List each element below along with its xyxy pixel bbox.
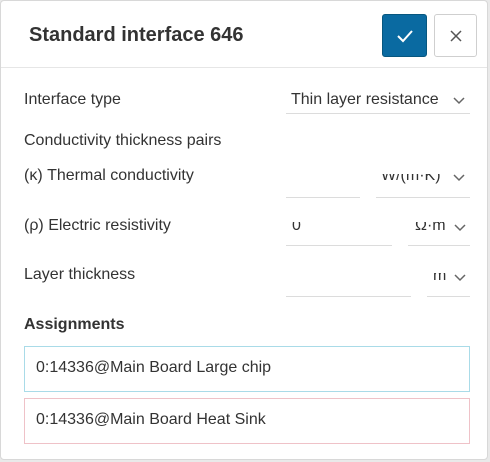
confirm-button[interactable] <box>382 14 427 57</box>
panel-title: Standard interface 646 <box>29 24 244 46</box>
check-icon <box>396 29 413 42</box>
standard-interface-panel: Standard interface 646 Interface type Th… <box>0 0 488 460</box>
assignment-item[interactable]: 0:14336@Main Board Heat Sink <box>24 398 470 444</box>
layer-thickness-label: Layer thickness <box>24 266 136 283</box>
conductivity-pairs-label: Conductivity thickness pairs <box>24 132 222 149</box>
close-icon <box>449 29 462 42</box>
electric-resistivity-label: (ρ) Electric resistivity <box>24 217 171 234</box>
chevron-down-icon <box>454 224 466 232</box>
assignment-label: 0:14336@Main Board Heat Sink <box>36 411 266 428</box>
close-button[interactable] <box>434 14 477 57</box>
layer-thickness-input[interactable] <box>286 273 411 297</box>
electric-resistivity-input[interactable]: 0 <box>286 222 392 246</box>
thermal-conductivity-label: (κ) Thermal conductivity <box>24 167 194 184</box>
assignment-item[interactable]: 0:14336@Main Board Large chip <box>24 346 470 392</box>
layer-thickness-unit: m <box>433 273 447 284</box>
interface-type-value: Thin layer resistance <box>291 91 439 108</box>
interface-type-label: Interface type <box>24 91 121 108</box>
assignment-label: 0:14336@Main Board Large chip <box>36 359 272 376</box>
thermal-conductivity-unit: W/(m·K) <box>381 174 441 184</box>
chevron-down-icon <box>453 97 465 105</box>
electric-resistivity-value: 0 <box>292 222 301 234</box>
assignments-heading: Assignments <box>24 316 125 333</box>
electric-resistivity-unit-select[interactable]: Ω·m <box>408 222 470 246</box>
thermal-conductivity-unit-select[interactable]: W/(m·K) <box>376 174 470 198</box>
panel-header: Standard interface 646 <box>1 1 487 68</box>
interface-type-select[interactable]: Thin layer resistance <box>286 90 470 114</box>
thermal-conductivity-input[interactable] <box>286 174 360 198</box>
layer-thickness-unit-select[interactable]: m <box>427 273 470 297</box>
electric-resistivity-unit: Ω·m <box>415 222 446 234</box>
chevron-down-icon <box>453 174 465 182</box>
chevron-down-icon <box>454 274 466 282</box>
